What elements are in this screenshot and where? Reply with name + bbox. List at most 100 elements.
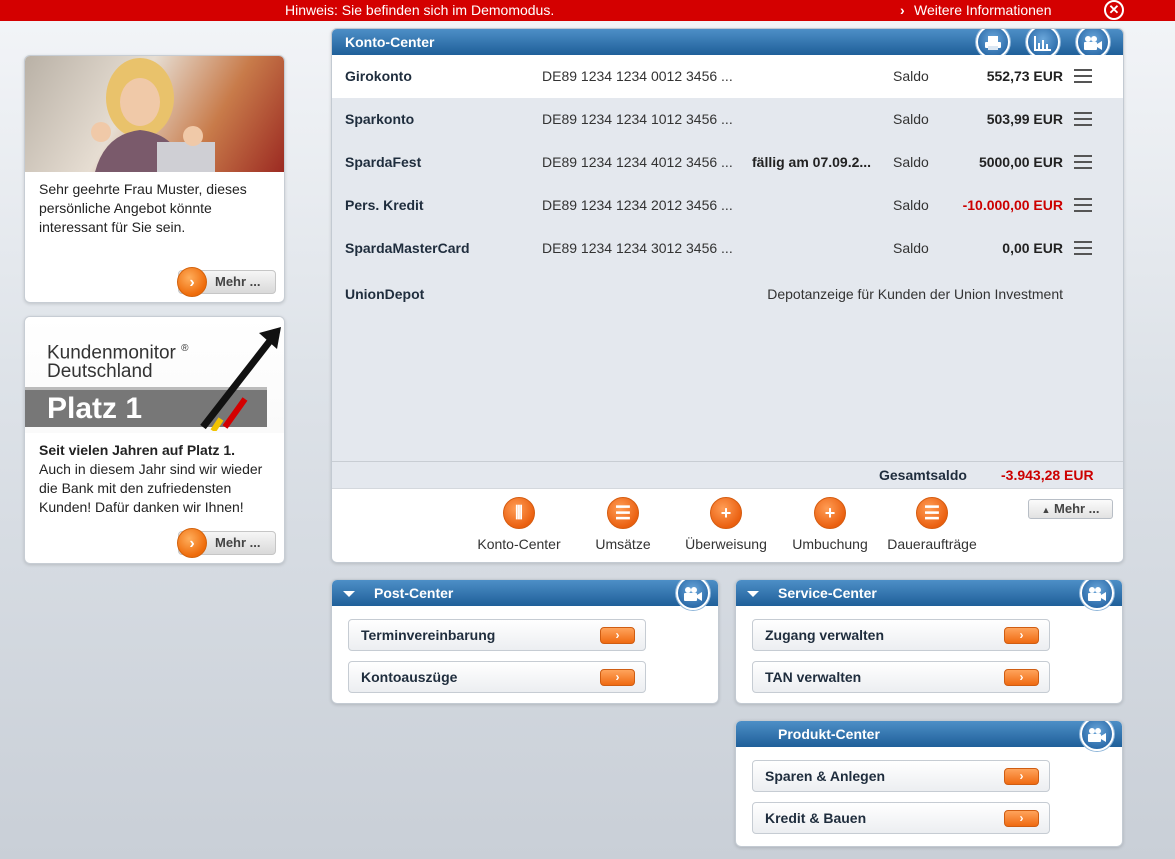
chevron-right-icon: ›	[1004, 768, 1039, 785]
zugang-verwalten-button[interactable]: Zugang verwalten ›	[752, 619, 1050, 651]
promo-offer-more-button[interactable]: › Mehr ...	[177, 267, 276, 297]
terminvereinbarung-button[interactable]: Terminvereinbarung ›	[348, 619, 646, 651]
action-umbuchung[interactable]: + Umbuchung	[780, 497, 880, 552]
account-name: SpardaMasterCard	[345, 240, 470, 256]
promo-headline: Seit vielen Jahren auf Platz 1.	[39, 442, 236, 458]
video-camera-icon[interactable]	[1080, 580, 1114, 610]
demo-notice-text: Hinweis: Sie befinden sich im Demomodus.	[285, 2, 555, 18]
plus-icon: +	[710, 497, 742, 529]
account-row[interactable]: Girokonto DE89 1234 1234 0012 3456 ... Sal…	[332, 55, 1123, 98]
account-row[interactable]: SpardaFest DE89 1234 1234 4012 3456 ... fä…	[332, 141, 1123, 184]
kundenmonitor-logo: Kundenmonitor ® Deutschland Platz 1	[25, 317, 284, 433]
list-icon: ☰	[607, 497, 639, 529]
sparen-anlegen-button[interactable]: Sparen & Anlegen ›	[752, 760, 1050, 792]
chevron-right-icon: ›	[177, 528, 207, 558]
account-iban: DE89 1234 1234 4012 3456 ...	[542, 154, 733, 170]
account-row[interactable]: SpardaMasterCard DE89 1234 1234 3012 3456…	[332, 227, 1123, 270]
account-iban: DE89 1234 1234 0012 3456 ...	[542, 68, 733, 84]
account-balance-label: Saldo	[893, 240, 929, 256]
chevron-right-icon: ›	[1004, 810, 1039, 827]
depot-row[interactable]: UnionDepot Depotanzeige für Kunden der U…	[332, 273, 1123, 316]
actions-more-button[interactable]: ▲ Mehr ...	[1028, 499, 1113, 519]
close-icon[interactable]: ✕	[1104, 0, 1124, 20]
plus-icon: +	[814, 497, 846, 529]
chevron-right-icon: ›	[600, 627, 635, 644]
promo-offer-more-label: Mehr ...	[215, 274, 261, 289]
account-name: Pers. Kredit	[345, 197, 424, 213]
post-center-panel: Post-Center Terminvereinbarung › Kontoaus…	[331, 579, 719, 704]
collapse-triangle-icon	[343, 591, 355, 597]
hamburger-menu-icon[interactable]	[1074, 198, 1092, 212]
logo-line-2: Deutschland	[47, 361, 153, 383]
service-center-header[interactable]: Service-Center	[736, 580, 1122, 610]
action-ueberweisung[interactable]: + Überweisung	[676, 497, 776, 552]
tan-verwalten-button[interactable]: TAN verwalten ›	[752, 661, 1050, 693]
depot-text: Depotanzeige für Kunden der Union Invest…	[767, 286, 1063, 302]
video-camera-icon[interactable]	[1080, 721, 1114, 751]
account-iban: DE89 1234 1234 2012 3456 ...	[542, 197, 733, 213]
hamburger-menu-icon[interactable]	[1074, 69, 1092, 83]
more-info-link[interactable]: › Weitere Informationen	[900, 2, 1051, 18]
arrow-swoosh-icon	[200, 327, 281, 431]
account-balance-label: Saldo	[893, 154, 929, 170]
account-note: fällig am 07.09.2...	[752, 154, 872, 170]
promo-card-kundenmonitor: Kundenmonitor ® Deutschland Platz 1 Seit …	[24, 316, 285, 564]
total-balance-value: -3.943,28 EUR	[1001, 467, 1094, 483]
hamburger-menu-icon[interactable]	[1074, 112, 1092, 126]
total-balance-bar: Gesamtsaldo -3.943,28 EUR	[332, 461, 1123, 488]
video-camera-icon[interactable]	[676, 580, 710, 610]
hamburger-menu-icon[interactable]	[1074, 241, 1092, 255]
account-name: Girokonto	[345, 68, 412, 84]
account-balance: 5000,00 EUR	[978, 154, 1063, 170]
chevron-right-icon: ›	[177, 267, 207, 297]
chevron-right-icon: ›	[1004, 669, 1039, 686]
account-name: SpardaFest	[345, 154, 422, 170]
more-info-label: Weitere Informationen	[914, 2, 1052, 18]
account-row[interactable]: Pers. Kredit DE89 1234 1234 2012 3456 ...…	[332, 184, 1123, 227]
woman-photo-image	[91, 58, 215, 172]
konto-center-title: Konto-Center	[345, 34, 435, 50]
action-konto-center[interactable]: ⦀ Konto-Center	[469, 497, 569, 552]
promo-kundenmonitor-text: Seit vielen Jahren auf Platz 1. Auch in …	[25, 433, 284, 525]
logo-line-1: Kundenmonitor	[47, 342, 176, 364]
hamburger-menu-icon[interactable]	[1074, 155, 1092, 169]
account-balance: -10.000,00 EUR	[962, 197, 1063, 213]
promo-kundenmonitor-more-button[interactable]: › Mehr ...	[177, 528, 276, 558]
chevron-right-icon: ›	[900, 2, 905, 18]
list-icon: ☰	[916, 497, 948, 529]
chevron-right-icon: ›	[600, 669, 635, 686]
produkt-center-header[interactable]: Produkt-Center	[736, 721, 1122, 751]
account-balance: 0,00 EUR	[1002, 240, 1063, 256]
account-iban: DE89 1234 1234 1012 3456 ...	[542, 111, 733, 127]
chevron-right-icon: ›	[1004, 627, 1039, 644]
kontoauszuege-button[interactable]: Kontoauszüge ›	[348, 661, 646, 693]
action-dauerauftraege[interactable]: ☰ Daueraufträge	[882, 497, 982, 552]
kredit-bauen-button[interactable]: Kredit & Bauen ›	[752, 802, 1050, 834]
promo-kundenmonitor-more-label: Mehr ...	[215, 535, 261, 550]
konto-center-panel: Konto-Center Girokonto DE89 1234 1234 001…	[331, 28, 1124, 563]
depot-name: UnionDepot	[345, 286, 425, 302]
collapse-triangle-icon	[747, 591, 759, 597]
konto-actions-bar: ⦀ Konto-Center ☰ Umsätze + Überweisung +…	[332, 488, 1123, 562]
action-umsaetze[interactable]: ☰ Umsätze	[573, 497, 673, 552]
total-balance-label: Gesamtsaldo	[879, 467, 967, 483]
post-center-header[interactable]: Post-Center	[332, 580, 718, 610]
account-iban: DE89 1234 1234 3012 3456 ...	[542, 240, 733, 256]
account-balance-label: Saldo	[893, 197, 929, 213]
account-balance-label: Saldo	[893, 111, 929, 127]
promo-photo	[25, 56, 284, 172]
account-name: Sparkonto	[345, 111, 415, 127]
service-center-title: Service-Center	[778, 585, 877, 601]
account-row[interactable]: Sparkonto DE89 1234 1234 1012 3456 ... Sal…	[332, 98, 1123, 141]
account-balance: 503,99 EUR	[986, 111, 1063, 127]
produkt-center-panel: Produkt-Center Sparen & Anlegen › Kredit …	[735, 720, 1123, 847]
demo-notice-bar: Hinweis: Sie befinden sich im Demomodus.…	[0, 0, 1175, 21]
account-balance-label: Saldo	[893, 68, 929, 84]
promo-card-offer: Sehr geehrte Frau Muster, dieses persönl…	[24, 55, 285, 303]
account-list: Girokonto DE89 1234 1234 0012 3456 ... Sal…	[332, 55, 1123, 270]
post-center-title: Post-Center	[374, 585, 454, 601]
promo-body: Auch in diesem Jahr sind wir wieder die …	[39, 461, 263, 515]
columns-icon: ⦀	[503, 497, 535, 529]
service-center-panel: Service-Center Zugang verwalten › TAN ver…	[735, 579, 1123, 704]
promo-offer-text: Sehr geehrte Frau Muster, dieses persönl…	[39, 181, 247, 235]
